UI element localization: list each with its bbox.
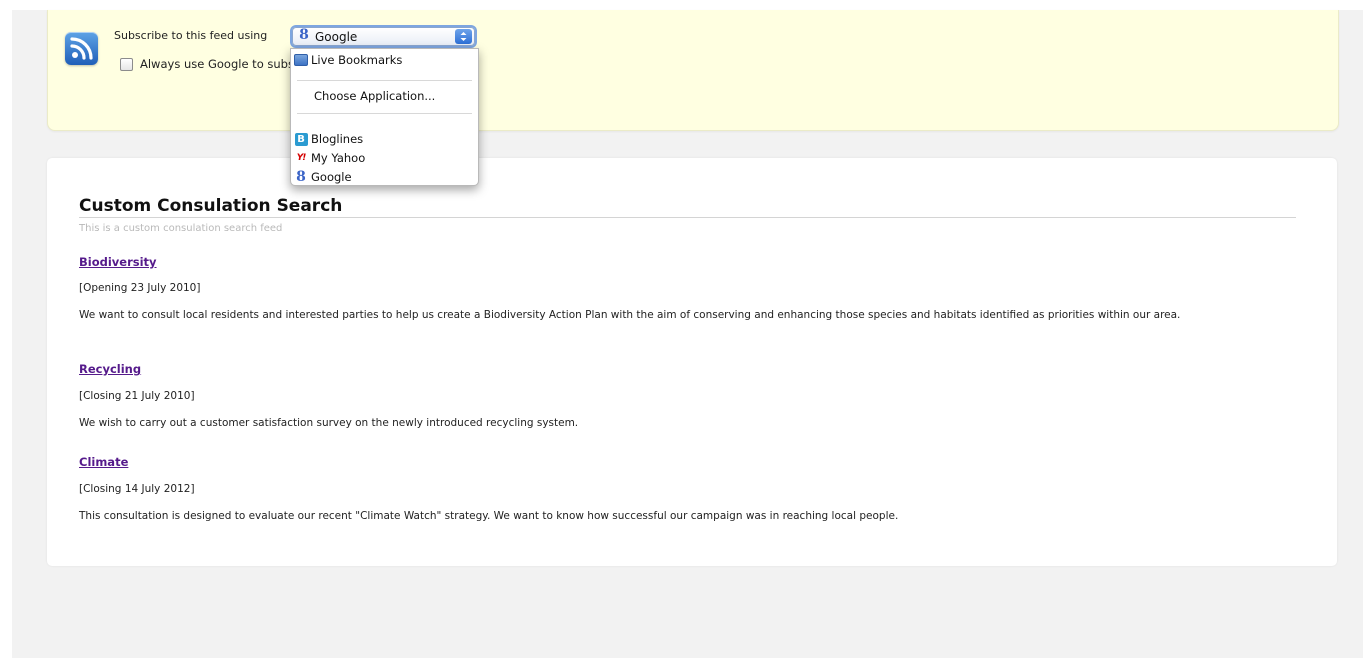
feed-preview-page: Subscribe to this feed using 8 Google Al… [12, 10, 1363, 658]
select-selected-value: Google [315, 30, 358, 44]
reader-dropdown-menu: Live Bookmarks Choose Application... B B… [290, 48, 479, 186]
menu-separator [297, 113, 472, 114]
feed-title: Custom Consulation Search [79, 196, 1296, 218]
menu-item-choose-application[interactable]: Choose Application... [291, 88, 478, 104]
entry-date: [Opening 23 July 2010] [79, 282, 201, 294]
entry-date: [Closing 14 July 2012] [79, 483, 195, 495]
entry-link-biodiversity[interactable]: Biodiversity [79, 255, 157, 269]
bloglines-icon: B [294, 132, 308, 146]
yahoo-icon: Y! [296, 153, 307, 163]
always-use-checkbox[interactable] [120, 57, 133, 71]
menu-item-label: My Yahoo [311, 151, 366, 165]
select-stepper-icon[interactable] [455, 29, 472, 44]
menu-separator [297, 80, 472, 81]
menu-item-my-yahoo[interactable]: Y! My Yahoo [291, 150, 478, 166]
subscribe-label: Subscribe to this feed using [114, 29, 268, 42]
feed-subtitle: This is a custom consulation search feed [79, 223, 283, 234]
menu-item-bloglines[interactable]: B Bloglines [291, 131, 478, 147]
entry-link-recycling[interactable]: Recycling [79, 362, 141, 376]
menu-item-label: Live Bookmarks [311, 53, 403, 67]
google-icon: 8 [299, 27, 309, 43]
menu-item-label: Google [311, 170, 352, 184]
always-use-row[interactable]: Always use Google to subscribe to feeds. [120, 57, 292, 71]
google-icon: 8 [296, 169, 306, 185]
subscribe-panel: Subscribe to this feed using 8 Google Al… [47, 10, 1339, 131]
feed-content: Custom Consulation Search This is a cust… [47, 158, 1337, 566]
entry-link-climate[interactable]: Climate [79, 455, 128, 469]
menu-item-live-bookmarks[interactable]: Live Bookmarks [291, 52, 478, 68]
entry-body: This consultation is designed to evaluat… [79, 510, 899, 522]
subscribe-reader-select[interactable]: 8 Google [292, 27, 475, 46]
entry-body: We want to consult local residents and i… [79, 309, 1181, 321]
always-use-label: Always use Google to subscribe to feeds. [140, 57, 292, 71]
entry-body: We wish to carry out a customer satisfac… [79, 417, 579, 429]
rss-icon [65, 32, 98, 65]
live-bookmarks-icon [294, 54, 308, 67]
menu-item-label: Bloglines [311, 132, 364, 146]
menu-item-label: Choose Application... [314, 89, 436, 103]
entry-date: [Closing 21 July 2010] [79, 390, 195, 402]
menu-item-google[interactable]: 8 Google [291, 169, 478, 185]
